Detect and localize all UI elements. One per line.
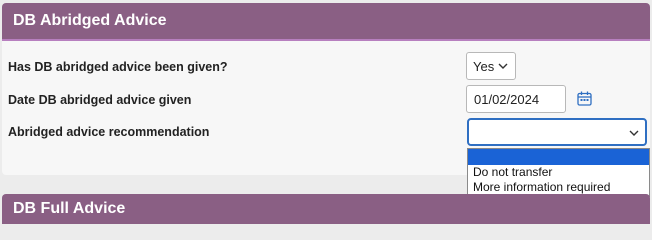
calendar-icon[interactable] — [577, 91, 592, 106]
advice-given-value: Yes — [473, 58, 495, 74]
recommendation-label: Abridged advice recommendation — [8, 125, 210, 139]
db-full-advice-panel-header[interactable]: DB Full Advice — [2, 194, 650, 224]
advice-date-field[interactable]: 01/02/2024 — [466, 85, 566, 113]
chevron-down-icon — [498, 63, 508, 69]
recommendation-dropdown-list: Do not transfer More information require… — [467, 148, 650, 197]
advice-date-label: Date DB abridged advice given — [8, 93, 192, 107]
section-title: DB Abridged Advice — [2, 3, 650, 41]
advice-given-select[interactable]: Yes — [466, 52, 516, 80]
next-section-title: DB Full Advice — [13, 200, 126, 217]
advice-given-label: Has DB abridged advice been given? — [8, 60, 228, 74]
dropdown-option-do-not-transfer[interactable]: Do not transfer — [468, 165, 649, 180]
chevron-down-icon — [629, 130, 639, 136]
advice-date-value: 01/02/2024 — [474, 91, 540, 107]
dropdown-option-more-info-required[interactable]: More information required — [468, 180, 649, 195]
recommendation-select[interactable] — [467, 118, 647, 146]
dropdown-option-blank[interactable] — [468, 149, 649, 165]
